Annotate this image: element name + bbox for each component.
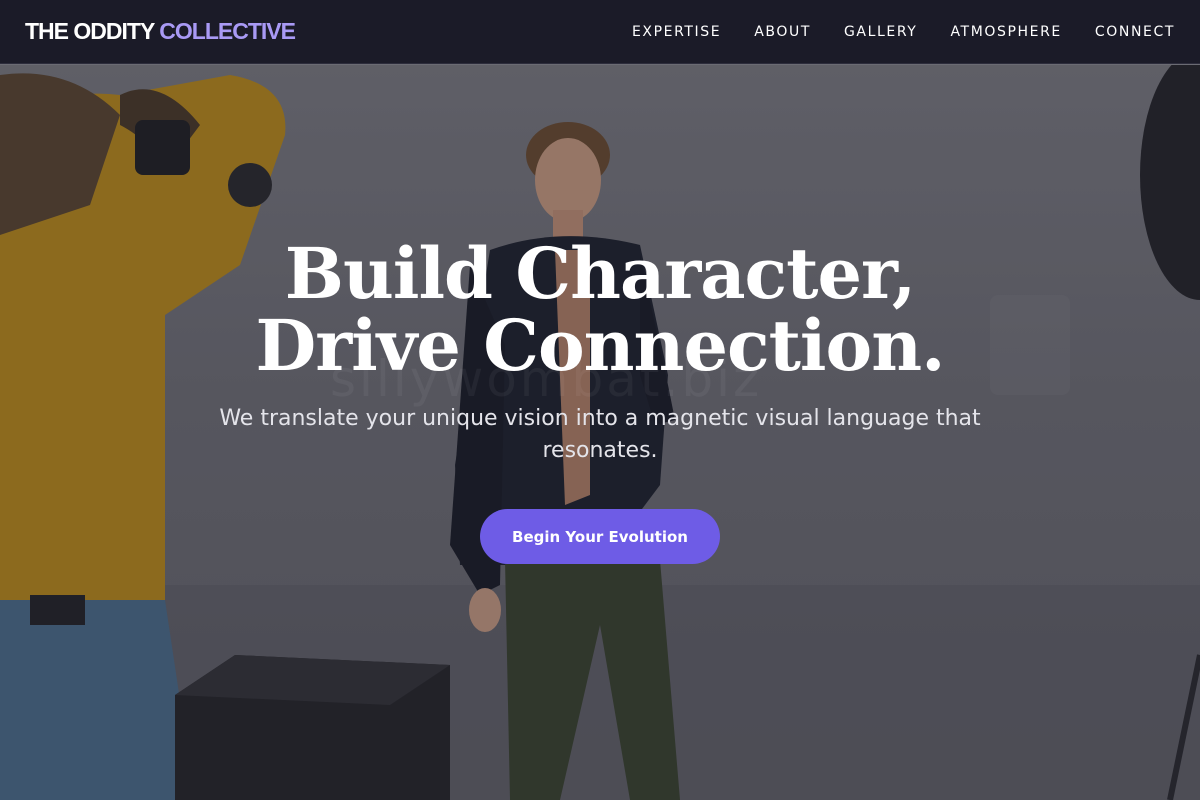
nav-link-about[interactable]: ABOUT bbox=[754, 24, 811, 40]
hero-headline-line-1: Build Character, bbox=[284, 232, 916, 315]
nav-link-gallery[interactable]: GALLERY bbox=[844, 24, 917, 40]
nav-link-atmosphere[interactable]: ATMOSPHERE bbox=[950, 24, 1061, 40]
landing-page: THE ODDITY COLLECTIVE EXPERTISE ABOUT GA… bbox=[0, 0, 1200, 800]
nav-links: EXPERTISE ABOUT GALLERY ATMOSPHERE CONNE… bbox=[632, 24, 1175, 40]
hero-headline: Build Character, Drive Connection. bbox=[150, 238, 1050, 382]
brand-name-accent: COLLECTIVE bbox=[159, 18, 296, 44]
nav-link-expertise[interactable]: EXPERTISE bbox=[632, 24, 721, 40]
begin-evolution-button[interactable]: Begin Your Evolution bbox=[480, 509, 720, 564]
brand-logo[interactable]: THE ODDITY COLLECTIVE bbox=[25, 18, 296, 45]
hero-content: sillywombat.biz Build Character, Drive C… bbox=[0, 0, 1200, 800]
nav-link-connect[interactable]: CONNECT bbox=[1095, 24, 1175, 40]
hero-subheadline: We translate your unique vision into a m… bbox=[219, 406, 981, 463]
brand-name-main: THE ODDITY bbox=[25, 18, 160, 44]
top-nav: THE ODDITY COLLECTIVE EXPERTISE ABOUT GA… bbox=[0, 0, 1200, 64]
hero-headline-line-2: Drive Connection. bbox=[255, 304, 946, 387]
